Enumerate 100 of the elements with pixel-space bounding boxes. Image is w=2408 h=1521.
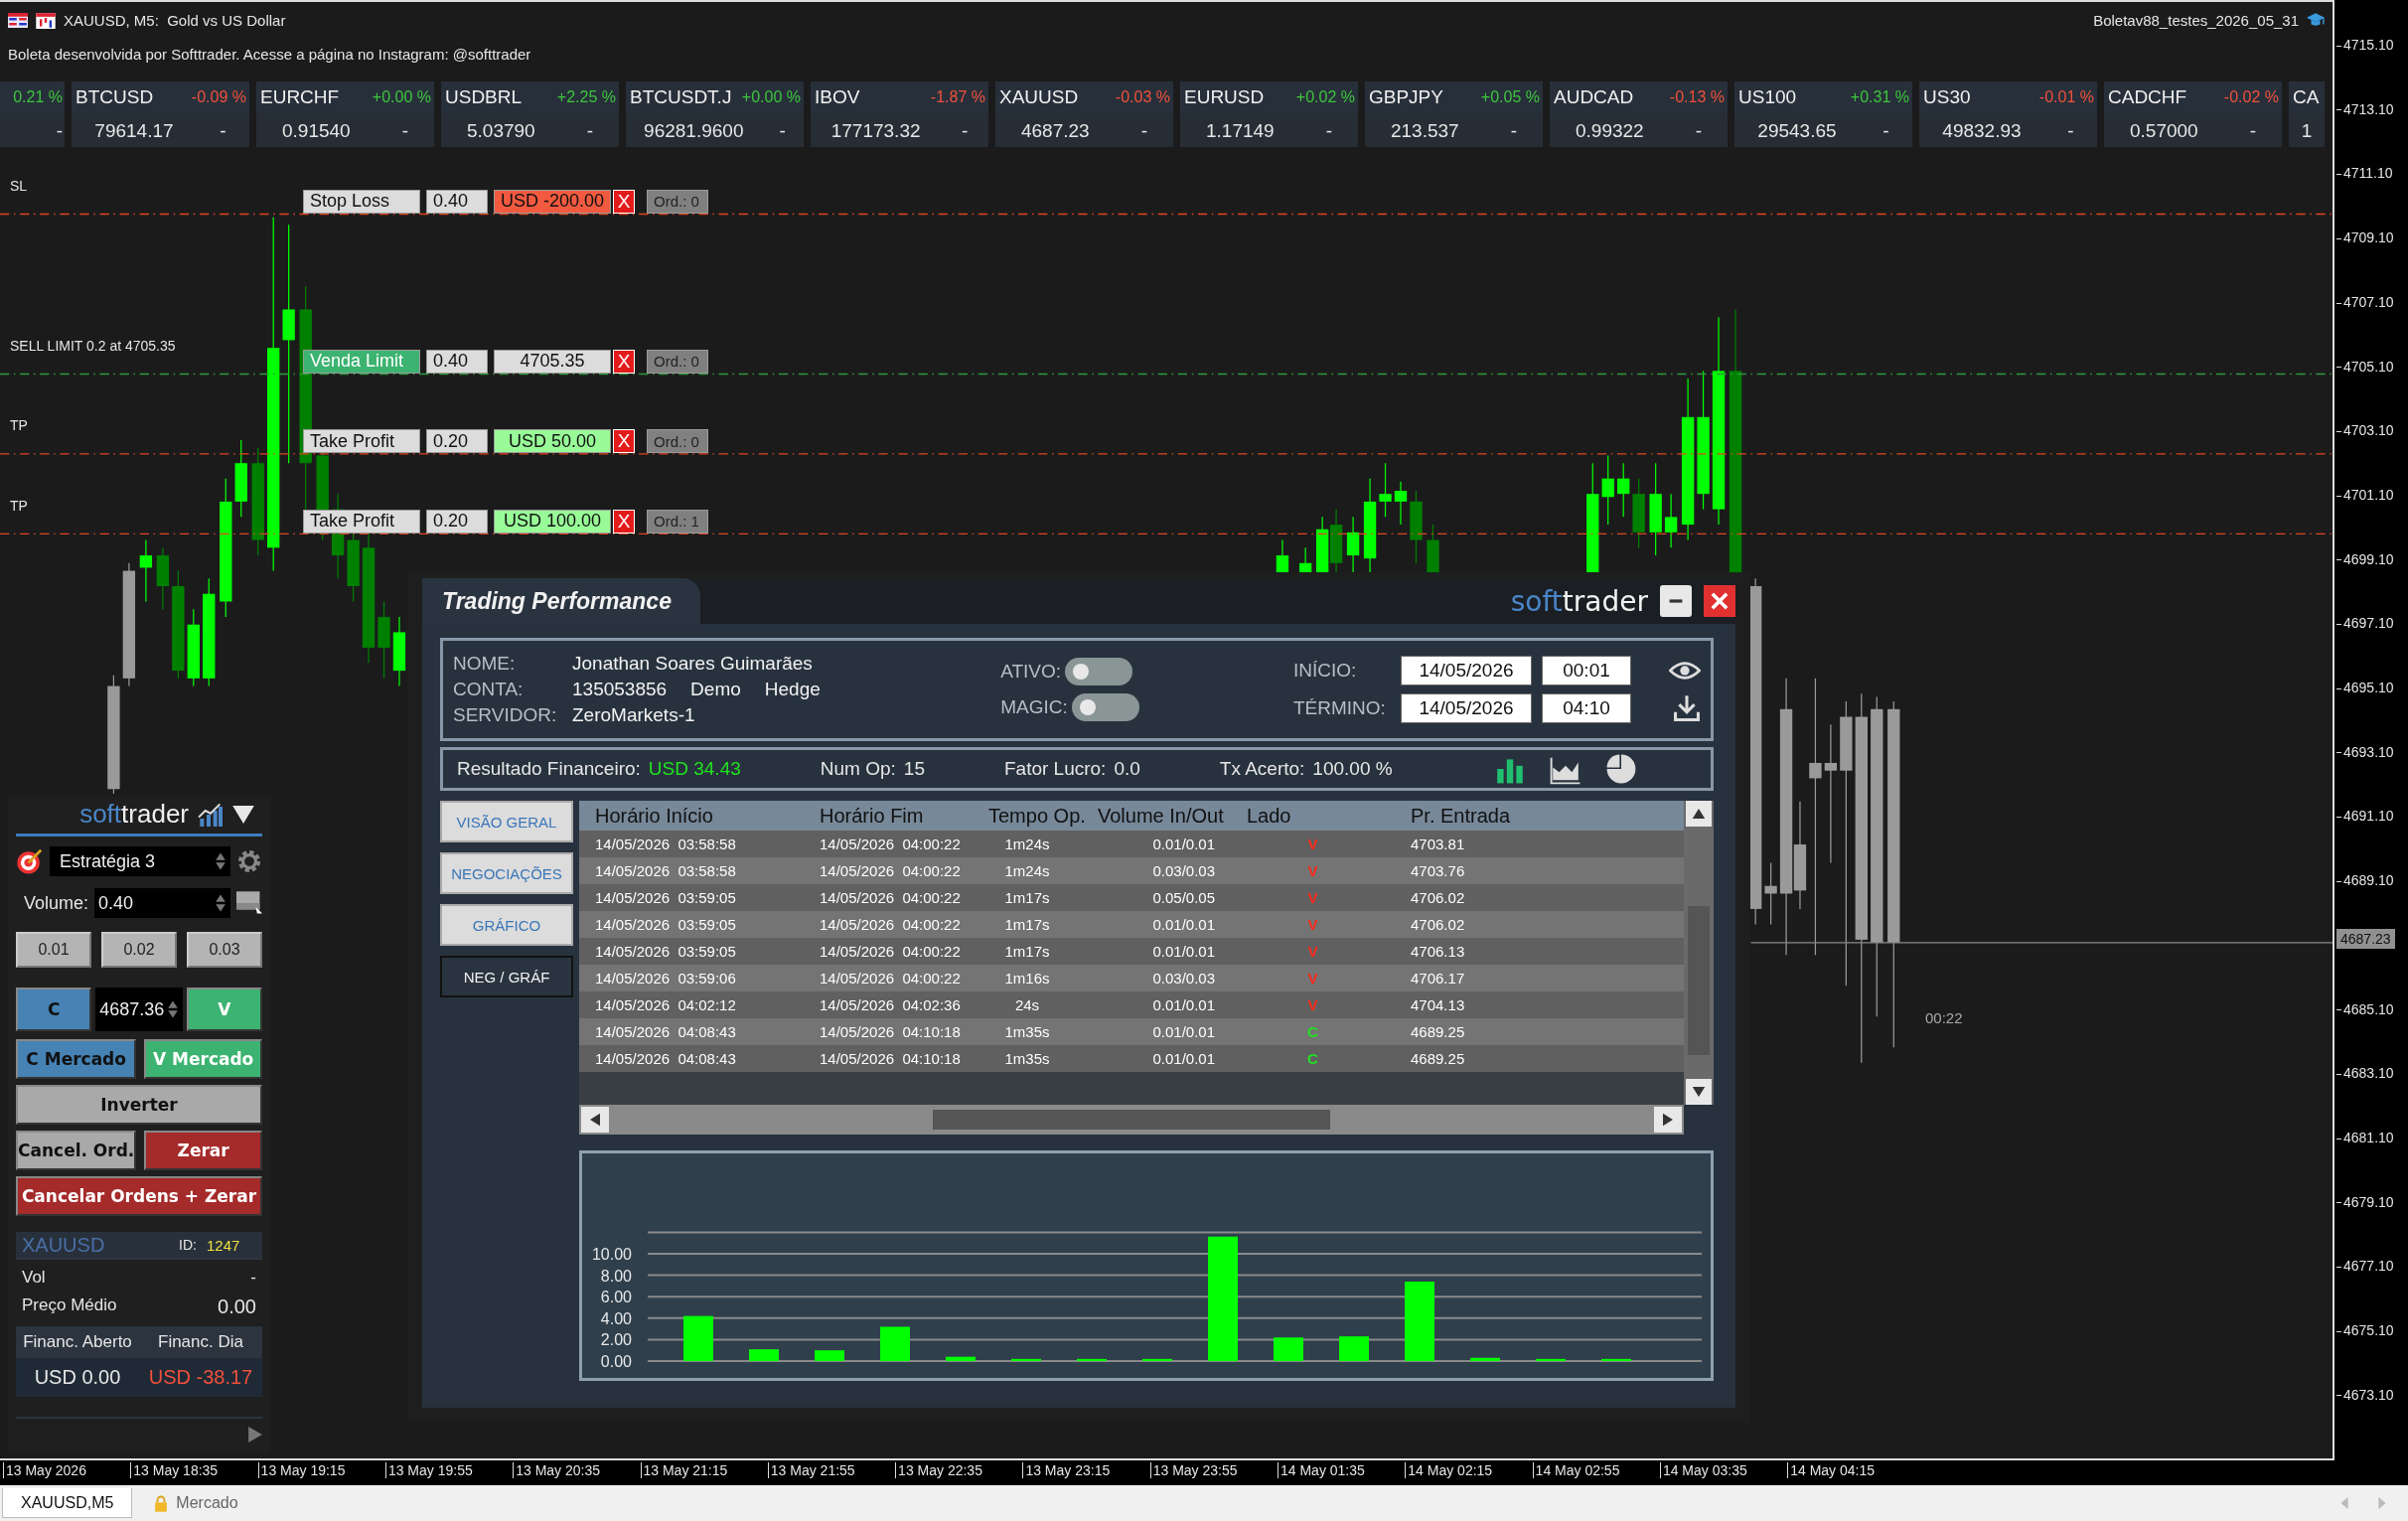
download-icon[interactable] bbox=[1673, 694, 1701, 722]
order-count: Ord.: 0 bbox=[647, 349, 708, 374]
end-date-field[interactable]: 14/05/2026 bbox=[1401, 693, 1532, 723]
ticker-price: 177173.32 bbox=[830, 120, 921, 142]
settings-icon[interactable] bbox=[236, 848, 262, 874]
vol-value: - bbox=[250, 1268, 256, 1288]
order-button[interactable]: Zerar bbox=[144, 1131, 262, 1170]
price-input[interactable]: 4687.36 bbox=[95, 988, 183, 1031]
chart-tab[interactable]: XAUUSD,M5 bbox=[2, 1488, 133, 1518]
time-axis-label: 13 May 23:55 bbox=[1149, 1462, 1238, 1478]
time-axis-label: 13 May 20:35 bbox=[513, 1462, 601, 1478]
time-axis-label: 14 May 01:35 bbox=[1278, 1462, 1365, 1478]
column-header[interactable]: Lado bbox=[1231, 804, 1395, 828]
view-tab[interactable]: VISÃO GERAL bbox=[440, 801, 573, 842]
view-tab[interactable]: NEGOCIAÇÕES bbox=[440, 852, 573, 894]
pie-chart-icon[interactable] bbox=[1605, 753, 1637, 785]
candle bbox=[1276, 538, 1289, 575]
ticker-price: 213.537 bbox=[1391, 120, 1459, 142]
view-tab[interactable]: GRÁFICO bbox=[440, 904, 573, 946]
window-icon[interactable] bbox=[236, 891, 262, 915]
order-button[interactable]: Inverter bbox=[16, 1085, 262, 1125]
eye-icon[interactable] bbox=[1669, 660, 1701, 682]
order-value: USD 50.00 bbox=[494, 429, 611, 454]
table-cell-text: 1m35s bbox=[1003, 1050, 1051, 1067]
table-cell-text: V bbox=[1306, 916, 1319, 933]
close-order-button[interactable]: X bbox=[613, 509, 635, 533]
candle bbox=[1632, 478, 1645, 548]
table-cell-text: 14/05/2026 03:59:05 bbox=[594, 889, 737, 906]
price-axis-label: 4691.10 bbox=[2336, 808, 2394, 825]
table-cell-text: 1m16s bbox=[1003, 970, 1051, 987]
close-order-button[interactable]: X bbox=[613, 189, 635, 214]
quick-volume-button[interactable]: 0.03 bbox=[187, 932, 262, 968]
chart-tab[interactable]: Mercado bbox=[136, 1488, 256, 1518]
volume-input[interactable]: 0.40 bbox=[94, 888, 230, 918]
toggle-switch[interactable] bbox=[1071, 693, 1139, 721]
order-button[interactable]: Cancel. Ord. bbox=[16, 1131, 137, 1170]
minimize-button[interactable] bbox=[1660, 585, 1692, 617]
scroll-right-icon[interactable] bbox=[1654, 1107, 1682, 1133]
bar bbox=[683, 1315, 713, 1361]
column-header[interactable]: Pr. Entrada bbox=[1395, 804, 1684, 828]
table-cell-text: 14/05/2026 03:59:05 bbox=[594, 943, 737, 960]
ticker-change: -0.03 % bbox=[1115, 88, 1170, 106]
sell-limit-button[interactable]: V bbox=[186, 988, 262, 1031]
order-button[interactable]: Cancelar Ordens + Zerar bbox=[16, 1176, 262, 1216]
spinner-icon[interactable] bbox=[166, 999, 179, 1019]
strategy-select[interactable]: Estratégia 3 bbox=[50, 846, 230, 876]
column-header[interactable]: Tempo Op. bbox=[973, 804, 1082, 828]
view-tab[interactable]: NEG / GRÁF bbox=[440, 956, 573, 997]
chart-window-icon[interactable] bbox=[36, 11, 56, 29]
spinner-icon[interactable] bbox=[215, 893, 226, 913]
close-order-button[interactable]: X bbox=[613, 349, 635, 374]
ticker-value: - bbox=[586, 120, 593, 142]
column-header[interactable]: Horário Fim bbox=[804, 804, 973, 828]
order-volume: 0.20 bbox=[426, 429, 488, 454]
table-cell-text: 14/05/2026 04:02:12 bbox=[594, 996, 737, 1013]
table-cell-text: 1m17s bbox=[1003, 916, 1051, 933]
column-header[interactable]: Horário Início bbox=[579, 804, 804, 828]
table-cell-text: 1m17s bbox=[1003, 889, 1051, 906]
spinner-icon[interactable] bbox=[215, 851, 226, 871]
dropdown-triangle-icon[interactable] bbox=[232, 805, 254, 824]
time-axis-label: 13 May 18:35 bbox=[130, 1462, 219, 1478]
scroll-up-icon[interactable] bbox=[1686, 801, 1712, 827]
scroll-down-icon[interactable] bbox=[1686, 1079, 1712, 1105]
start-time-field[interactable]: 00:01 bbox=[1542, 656, 1631, 685]
quick-volume-button[interactable]: 0.02 bbox=[101, 932, 177, 968]
table-cell-text: 4706.02 bbox=[1410, 916, 1466, 933]
quick-volume-button[interactable]: 0.01 bbox=[16, 932, 91, 968]
close-button[interactable] bbox=[1704, 585, 1735, 617]
buy-limit-button[interactable]: C bbox=[16, 988, 92, 1031]
id-label: ID: bbox=[179, 1237, 197, 1253]
account-type: Demo bbox=[690, 679, 741, 700]
ticker-change: +2.25 % bbox=[556, 88, 616, 106]
table-cell-text: 14/05/2026 04:00:22 bbox=[819, 916, 962, 933]
order-button[interactable]: C Mercado bbox=[16, 1039, 137, 1079]
play-triangle-icon[interactable] bbox=[248, 1427, 262, 1443]
ticker-symbol: USDBRL bbox=[445, 86, 523, 108]
y-tick-label: 6.00 bbox=[600, 1289, 632, 1306]
toggle-switch[interactable] bbox=[1065, 658, 1132, 685]
end-time-field[interactable]: 04:10 bbox=[1542, 693, 1631, 723]
horizontal-scrollbar[interactable] bbox=[579, 1105, 1684, 1135]
grid-icon[interactable] bbox=[8, 12, 28, 28]
vertical-scrollbar[interactable] bbox=[1684, 801, 1714, 1105]
table-cell-text: 0.01/0.01 bbox=[1151, 836, 1216, 852]
ticker-symbol: EURCHF bbox=[260, 86, 340, 108]
bar bbox=[1077, 1358, 1107, 1361]
table-cell-text: V bbox=[1306, 943, 1319, 960]
ticker-value: - bbox=[2067, 120, 2074, 142]
stat-value: 15 bbox=[903, 758, 925, 780]
start-date-field[interactable]: 14/05/2026 bbox=[1401, 656, 1532, 685]
close-order-button[interactable]: X bbox=[613, 429, 635, 454]
order-button[interactable]: V Mercado bbox=[144, 1039, 262, 1079]
scroll-left-icon[interactable] bbox=[581, 1107, 609, 1133]
id-value: 1247 bbox=[207, 1236, 241, 1254]
ticker-value: - bbox=[1882, 120, 1889, 142]
order-type-label: Take Profit bbox=[303, 429, 420, 454]
candle bbox=[1394, 481, 1408, 526]
margin-mode: Hedge bbox=[764, 679, 821, 700]
close-icon bbox=[1711, 592, 1729, 610]
bar bbox=[749, 1349, 779, 1361]
ticker-value: - bbox=[779, 120, 786, 142]
